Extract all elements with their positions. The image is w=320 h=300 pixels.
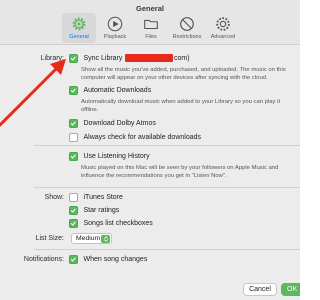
restrictions-icon (180, 17, 194, 31)
tab-restrictions[interactable]: Restrictions (168, 13, 206, 43)
songs-checkboxes-label: Songs list checkboxes (83, 219, 153, 227)
show-label: Show: (44, 194, 64, 201)
tab-general[interactable]: General (62, 13, 96, 43)
tab-label: Advanced (210, 34, 236, 40)
songs-checkboxes-row: Songs list checkboxes (69, 219, 153, 228)
itunes-store-checkbox[interactable] (69, 193, 78, 202)
folder-icon (144, 19, 158, 30)
tab-files[interactable]: Files (134, 13, 168, 43)
section-divider (34, 187, 300, 188)
tab-label: Restrictions (172, 34, 202, 40)
star-ratings-label: Star ratings (83, 206, 120, 214)
check-downloads-row: Always check for available downloads (69, 133, 201, 142)
window-title: General (136, 4, 164, 13)
listening-history-row: Use Listening History (69, 152, 150, 161)
listening-history-label: Use Listening History (83, 152, 150, 160)
annotation-arrow-icon (0, 59, 66, 127)
play-icon (107, 16, 123, 32)
itunes-store-label: iTunes Store (83, 193, 123, 201)
list-size-select[interactable]: Medium (71, 233, 112, 244)
song-changes-row: When song changes (69, 255, 147, 264)
cancel-button[interactable]: Cancel (243, 283, 277, 296)
song-changes-label: When song changes (83, 255, 148, 263)
advanced-gear-icon (216, 17, 230, 31)
tab-playback[interactable]: Playback (98, 13, 132, 43)
tab-label: Playback (103, 34, 127, 40)
automatic-downloads-description: Automatically download music when added … (81, 99, 281, 113)
automatic-downloads-row: Automatic Downloads (69, 86, 151, 95)
listening-history-description: Music played on this Mac will be seen by… (81, 165, 279, 179)
checkmark-icon (70, 221, 76, 226)
ok-button[interactable]: OK (281, 283, 300, 296)
songs-checkboxes-checkbox[interactable] (69, 219, 78, 228)
star-ratings-row: Star ratings (69, 206, 119, 215)
preferences-toolbar: General Playback Files Restrictions Adva… (62, 13, 238, 43)
gear-icon (72, 17, 86, 31)
dolby-atmos-label: Download Dolby Atmos (83, 119, 156, 127)
song-changes-checkbox[interactable] (69, 255, 78, 264)
sync-library-account-suffix: com) (174, 55, 190, 62)
itunes-store-row: iTunes Store (69, 193, 123, 202)
sync-library-label: Sync Library (83, 54, 123, 62)
title-bar: General General Playback Files Restricti… (0, 0, 300, 45)
checkmark-icon (70, 208, 76, 213)
list-size-value: Medium (76, 235, 101, 242)
section-divider (34, 145, 300, 146)
tab-label: Files (145, 34, 157, 40)
list-size-label: List Size: (35, 235, 64, 242)
tab-label: General (69, 34, 89, 40)
sync-library-description: Show all the music you've added, purchas… (81, 67, 286, 81)
automatic-downloads-label: Automatic Downloads (83, 86, 152, 94)
section-divider (34, 249, 300, 250)
preferences-window: General General Playback Files Restricti… (0, 0, 300, 300)
notifications-label: Notifications: (23, 256, 64, 263)
tab-advanced[interactable]: Advanced (206, 13, 240, 43)
star-ratings-checkbox[interactable] (69, 206, 78, 215)
chevron-updown-icon (101, 235, 110, 243)
check-downloads-label: Always check for available downloads (83, 133, 202, 141)
listening-history-checkbox[interactable] (69, 152, 78, 161)
dolby-atmos-row: Download Dolby Atmos (69, 119, 156, 128)
redaction-bar (125, 54, 173, 62)
checkmark-icon (70, 257, 76, 262)
checkmark-icon (70, 154, 76, 159)
